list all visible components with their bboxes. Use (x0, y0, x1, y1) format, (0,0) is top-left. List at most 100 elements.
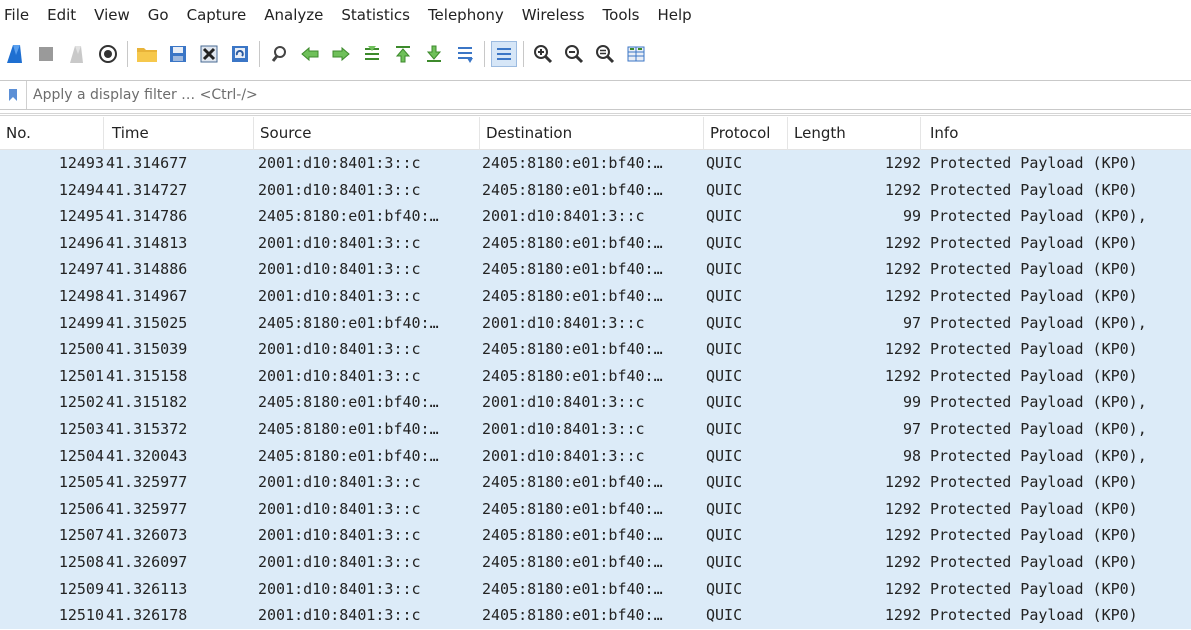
packet-time: 41.326113 (106, 579, 188, 598)
zoom-out-icon[interactable] (561, 41, 587, 67)
column-header-length[interactable]: Length (788, 117, 921, 150)
menu-capture[interactable]: Capture (178, 0, 256, 30)
column-header-source[interactable]: Source (254, 117, 480, 150)
packet-row[interactable]: 12498 41.314967 2001:d10:8401:3::c 2405:818… (0, 282, 1191, 310)
packet-info: Protected Payload (KP0) (930, 180, 1138, 199)
packet-no: 12507 (58, 526, 104, 545)
go-first-icon[interactable] (390, 41, 416, 67)
packet-length: 1292 (884, 233, 921, 252)
packet-row[interactable]: 12500 41.315039 2001:d10:8401:3::c 2405:818… (0, 336, 1191, 363)
menu-statistics[interactable]: Statistics (332, 0, 419, 30)
packet-source: 2001:d10:8401:3::c (258, 526, 421, 545)
stop-capture-icon[interactable] (33, 41, 59, 67)
menu-view[interactable]: View (85, 0, 139, 30)
colorize-icon[interactable] (491, 41, 517, 67)
packet-protocol: QUIC (706, 526, 743, 545)
packet-row[interactable]: 12493 41.314677 2001:d10:8401:3::c 2405:818… (0, 150, 1191, 177)
pane-splitter[interactable] (0, 113, 1191, 116)
packet-length: 1292 (884, 180, 921, 199)
packet-source: 2001:d10:8401:3::c (258, 579, 421, 598)
column-header-protocol[interactable]: Protocol (704, 117, 788, 150)
autoscroll-icon[interactable] (452, 41, 478, 67)
packet-info: Protected Payload (KP0) (930, 526, 1138, 545)
packet-row[interactable]: 12510 41.326178 2001:d10:8401:3::c 2405:818… (0, 602, 1191, 629)
go-to-packet-icon[interactable] (359, 41, 385, 67)
packet-row[interactable]: 12509 41.326113 2001:d10:8401:3::c 2405:818… (0, 575, 1191, 603)
resize-columns-icon[interactable] (623, 41, 649, 67)
start-capture-icon[interactable] (2, 41, 28, 67)
packet-time: 41.326178 (106, 606, 188, 625)
packet-row[interactable]: 12506 41.325977 2001:d10:8401:3::c 2405:818… (0, 495, 1191, 523)
packet-time: 41.326073 (106, 526, 188, 545)
packet-no: 12501 (58, 366, 104, 385)
column-header-time[interactable]: Time (104, 117, 254, 150)
reload-file-icon[interactable] (227, 41, 253, 67)
find-packet-icon[interactable] (266, 41, 292, 67)
packet-row[interactable]: 12507 41.326073 2001:d10:8401:3::c 2405:818… (0, 522, 1191, 549)
capture-options-icon[interactable] (95, 41, 121, 67)
menu-analyze[interactable]: Analyze (255, 0, 332, 30)
packet-destination: 2405:8180:e01:bf40:… (482, 579, 663, 598)
go-last-icon[interactable] (421, 41, 447, 67)
packet-no: 12505 (58, 473, 104, 492)
main-toolbar (0, 30, 1191, 78)
menu-go[interactable]: Go (139, 0, 178, 30)
packet-destination: 2001:d10:8401:3::c (482, 313, 645, 332)
column-header-destination[interactable]: Destination (480, 117, 704, 150)
packet-protocol: QUIC (706, 233, 743, 252)
packet-destination: 2405:8180:e01:bf40:… (482, 606, 663, 625)
packet-length: 1292 (884, 526, 921, 545)
packet-row[interactable]: 12494 41.314727 2001:d10:8401:3::c 2405:818… (0, 176, 1191, 204)
packet-length: 1292 (884, 499, 921, 518)
packet-row[interactable]: 12497 41.314886 2001:d10:8401:3::c 2405:818… (0, 256, 1191, 283)
go-forward-icon[interactable] (328, 41, 354, 67)
packet-no: 12503 (58, 419, 104, 438)
save-file-icon[interactable] (165, 41, 191, 67)
go-back-icon[interactable] (297, 41, 323, 67)
packet-protocol: QUIC (706, 499, 743, 518)
display-filter-input[interactable] (27, 81, 1191, 109)
packet-no: 12493 (58, 154, 104, 172)
packet-row[interactable]: 12496 41.314813 2001:d10:8401:3::c 2405:818… (0, 229, 1191, 257)
packet-source: 2001:d10:8401:3::c (258, 154, 421, 172)
packet-length: 99 (902, 393, 921, 412)
column-header-info[interactable]: Info (921, 117, 1191, 150)
menu-help[interactable]: Help (648, 0, 700, 30)
normal-size-icon[interactable] (592, 41, 618, 67)
packet-info: Protected Payload (KP0), (930, 313, 1147, 332)
packet-length: 1292 (884, 579, 921, 598)
menu-tools[interactable]: Tools (594, 0, 649, 30)
packet-source: 2405:8180:e01:bf40:… (258, 207, 439, 226)
packet-length: 98 (902, 446, 921, 465)
packet-row[interactable]: 12495 41.314786 2405:8180:e01:bf40:… 2001:d… (0, 203, 1191, 230)
packet-info: Protected Payload (KP0) (930, 340, 1138, 359)
zoom-in-icon[interactable] (530, 41, 556, 67)
packet-row[interactable]: 12504 41.320043 2405:8180:e01:bf40:… 2001:d… (0, 442, 1191, 470)
packet-time: 41.314886 (106, 260, 188, 279)
packet-row[interactable]: 12505 41.325977 2001:d10:8401:3::c 2405:818… (0, 469, 1191, 496)
menu-telephony[interactable]: Telephony (419, 0, 513, 30)
packet-length: 1292 (884, 366, 921, 385)
display-filter-bar (0, 80, 1191, 110)
packet-length: 1292 (884, 154, 921, 172)
close-file-icon[interactable] (196, 41, 222, 67)
bookmark-icon[interactable] (0, 81, 27, 109)
packet-no: 12498 (58, 286, 104, 305)
packet-time: 41.314677 (106, 154, 188, 172)
packet-no: 12502 (58, 393, 104, 412)
packet-row[interactable]: 12508 41.326097 2001:d10:8401:3::c 2405:818… (0, 548, 1191, 576)
packet-row[interactable]: 12502 41.315182 2405:8180:e01:bf40:… 2001:d… (0, 389, 1191, 416)
menu-edit[interactable]: Edit (38, 0, 85, 30)
column-header-no[interactable]: No. (0, 117, 104, 150)
packet-no: 12499 (58, 313, 104, 332)
restart-capture-icon[interactable] (64, 41, 90, 67)
packet-time: 41.325977 (106, 473, 188, 492)
open-file-icon[interactable] (134, 41, 160, 67)
menu-wireless[interactable]: Wireless (513, 0, 594, 30)
packet-row[interactable]: 12501 41.315158 2001:d10:8401:3::c 2405:818… (0, 362, 1191, 390)
packet-row[interactable]: 12503 41.315372 2405:8180:e01:bf40:… 2001:d… (0, 415, 1191, 443)
packet-no: 12510 (58, 606, 104, 625)
packet-row[interactable]: 12499 41.315025 2405:8180:e01:bf40:… 2001:d… (0, 309, 1191, 337)
menu-file[interactable]: File (0, 0, 38, 30)
packet-info: Protected Payload (KP0), (930, 393, 1147, 412)
